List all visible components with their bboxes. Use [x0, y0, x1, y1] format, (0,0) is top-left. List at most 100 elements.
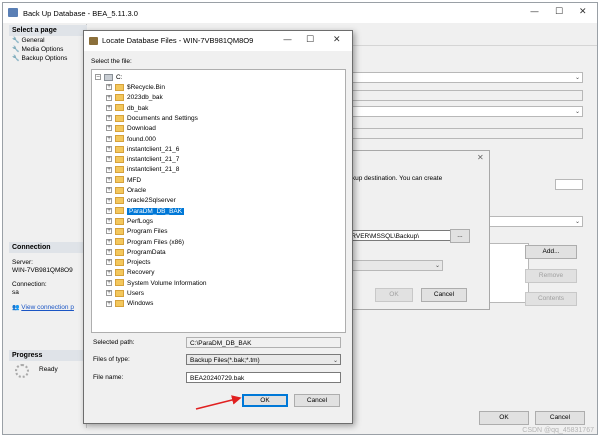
view-connection-properties[interactable]: 👥 View connection p — [12, 304, 74, 311]
field-3[interactable] — [555, 179, 583, 190]
cancel-button[interactable]: Cancel — [294, 394, 340, 407]
tree-item[interactable]: + ProgramData — [106, 248, 166, 258]
expand-icon[interactable]: + — [106, 156, 112, 163]
expand-icon[interactable]: + — [106, 125, 112, 132]
backup-path-field[interactable]: LSERVER\MSSQL\Backup\ — [335, 230, 455, 241]
tree-item[interactable]: + ParaDM_DB_BAK — [106, 207, 185, 217]
tree-item[interactable]: + Download — [106, 124, 156, 134]
folder-icon — [115, 94, 124, 102]
folder-icon — [115, 238, 124, 246]
tree-item-label: instantclient_21_7 — [127, 156, 180, 164]
tree-item[interactable]: + System Volume Information — [106, 279, 206, 289]
tree-item[interactable]: + PerfLogs — [106, 217, 153, 227]
chevron-down-icon: ⌄ — [574, 108, 580, 115]
page-general[interactable]: 🔧 General — [12, 37, 45, 44]
browse-button[interactable]: ... — [450, 229, 470, 243]
tree-root-drive[interactable]: − C: — [95, 73, 123, 83]
tree-item[interactable]: + Program Files (x86) — [106, 238, 184, 248]
tree-item[interactable]: + Oracle — [106, 186, 146, 196]
expand-icon[interactable]: + — [106, 228, 112, 235]
collapse-icon[interactable]: − — [95, 74, 101, 81]
expand-icon[interactable]: + — [106, 279, 112, 286]
close-icon[interactable]: ✕ — [333, 35, 341, 45]
expand-icon[interactable]: + — [106, 94, 112, 101]
cancel-button[interactable]: Cancel — [421, 288, 467, 302]
tree-item[interactable]: + Projects — [106, 258, 150, 268]
tree-item[interactable]: + Program Files — [106, 227, 167, 237]
dialog-instruction: ackup destination. You can create — [345, 175, 443, 182]
add-button[interactable]: Add... — [525, 245, 577, 259]
expand-icon[interactable]: + — [106, 187, 112, 194]
expand-icon[interactable]: + — [106, 166, 112, 173]
select-page-header: Select a page — [9, 25, 87, 36]
text-field-2[interactable] — [349, 128, 583, 139]
minimize-icon[interactable]: — — [530, 7, 539, 17]
maximize-icon[interactable]: ☐ — [306, 35, 314, 45]
dropdown-field-2[interactable]: ⌄ — [349, 106, 583, 117]
tree-item[interactable]: + Users — [106, 289, 144, 299]
expand-icon[interactable]: + — [106, 290, 112, 297]
files-of-type-select[interactable]: Backup Files(*.bak;*.tm) ⌄ — [186, 354, 341, 365]
expand-icon[interactable]: + — [106, 300, 112, 307]
select-file-label: Select the file: — [91, 58, 132, 65]
tree-item[interactable]: + instantclient_21_7 — [106, 155, 179, 165]
folder-icon — [115, 258, 124, 266]
text-field[interactable] — [349, 90, 583, 101]
tree-item-label: db_bak — [127, 104, 149, 112]
tree-item[interactable]: + instantclient_21_8 — [106, 165, 179, 175]
page-backup-options[interactable]: 🔧 Backup Options — [12, 55, 67, 62]
minimize-icon[interactable]: — — [283, 35, 292, 45]
ok-button[interactable]: OK — [375, 288, 413, 302]
progress-spinner-icon — [15, 364, 29, 378]
tree-item[interactable]: + $Recycle.Bin — [106, 83, 165, 93]
expand-icon[interactable]: + — [106, 207, 112, 214]
dialog-titlebar: Locate Database Files - WIN-7VB981QM8O9 … — [84, 31, 352, 51]
connection-value: sa — [12, 289, 19, 296]
remove-button[interactable]: Remove — [525, 269, 577, 283]
contents-button[interactable]: Contents — [525, 292, 577, 306]
tree-item-label: instantclient_21_8 — [127, 166, 180, 174]
locate-database-files-dialog: Locate Database Files - WIN-7VB981QM8O9 … — [83, 30, 353, 424]
tree-item[interactable]: + db_bak — [106, 104, 148, 114]
ok-button[interactable]: OK — [242, 394, 288, 407]
page-media-options[interactable]: 🔧 Media Options — [12, 46, 63, 53]
folder-icon — [115, 300, 124, 308]
tree-item[interactable]: + found.000 — [106, 135, 156, 145]
folder-icon — [115, 279, 124, 287]
expand-icon[interactable]: + — [106, 135, 112, 142]
dropdown-field[interactable]: ⌄ — [349, 72, 583, 83]
expand-icon[interactable]: + — [106, 269, 112, 276]
tree-item[interactable]: + Documents and Settings — [106, 114, 198, 124]
tree-item[interactable]: + oracle2Sqlserver — [106, 196, 176, 206]
tree-item-label: Download — [127, 125, 156, 133]
file-name-input[interactable]: BEA20240729.bak — [186, 372, 341, 383]
tree-item[interactable]: + MFD — [106, 176, 141, 186]
tree-item[interactable]: + instantclient_21_6 — [106, 145, 179, 155]
expand-icon[interactable]: + — [106, 197, 112, 204]
folder-icon — [115, 197, 124, 205]
file-tree[interactable]: − C: + $Recycle.Bin +2023db_bak + db_bak + Docu… — [91, 69, 346, 333]
left-panel: Select a page 🔧 General 🔧 Media Options 🔧 B… — [9, 24, 87, 428]
ok-button[interactable]: OK — [479, 411, 529, 425]
expand-icon[interactable]: + — [106, 115, 112, 122]
tree-item-label: oracle2Sqlserver — [127, 197, 176, 205]
tree-item-label: MFD — [127, 176, 142, 184]
expand-icon[interactable]: + — [106, 146, 112, 153]
expand-icon[interactable]: + — [106, 259, 112, 266]
view-connection-link[interactable]: View connection p — [21, 304, 74, 311]
tree-item[interactable]: + Recovery — [106, 268, 154, 278]
expand-icon[interactable]: + — [106, 104, 112, 111]
watermark-text: CSDN @qq_45831767 — [522, 427, 594, 434]
close-icon[interactable]: ✕ — [579, 7, 587, 17]
expand-icon[interactable]: + — [106, 176, 112, 183]
tree-item[interactable]: + Windows — [106, 299, 153, 309]
cancel-button[interactable]: Cancel — [535, 411, 585, 425]
expand-icon[interactable]: + — [106, 238, 112, 245]
expand-icon[interactable]: + — [106, 218, 112, 225]
tree-item[interactable]: +2023db_bak — [106, 93, 163, 103]
maximize-icon[interactable]: ☐ — [555, 7, 563, 17]
tree-item-label: 2023db_bak — [127, 94, 163, 102]
close-icon[interactable]: ✕ — [477, 153, 484, 162]
expand-icon[interactable]: + — [106, 84, 112, 91]
expand-icon[interactable]: + — [106, 249, 112, 256]
